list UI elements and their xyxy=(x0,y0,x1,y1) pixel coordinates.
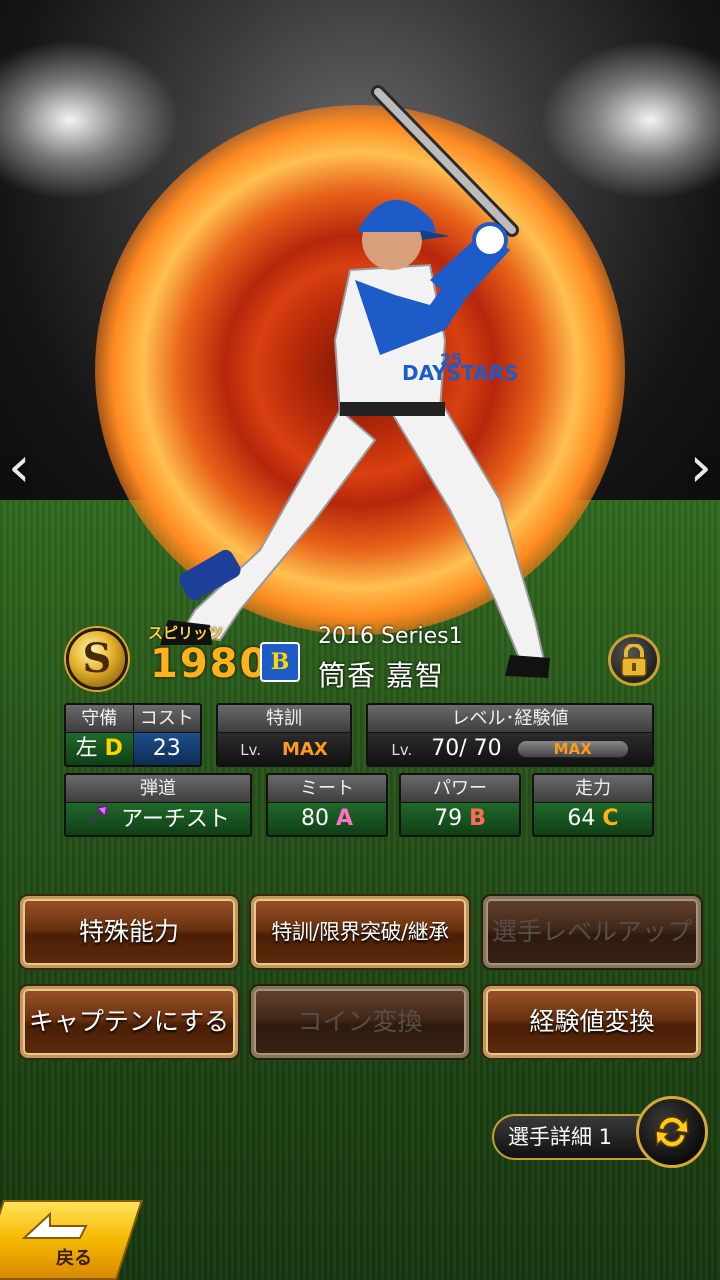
trajectory-label: 弾道 xyxy=(66,775,250,803)
swap-icon[interactable] xyxy=(636,1096,708,1168)
exp-exchange-button[interactable]: 経験値変換 xyxy=(483,986,701,1058)
speed-box: 走力 64 C xyxy=(532,773,654,837)
back-label: 戻る xyxy=(56,1248,92,1269)
training-limit-button[interactable]: 特訓/限界突破/継承 xyxy=(251,896,469,968)
team-logo: B xyxy=(260,642,300,682)
level-up-button[interactable]: 選手レベルアップ xyxy=(483,896,701,968)
player-illustration: DAYSTARS 25 xyxy=(160,85,550,678)
power-number: 79 xyxy=(434,806,463,831)
series-label: 2016 Series1 xyxy=(318,624,463,649)
meet-grade: A xyxy=(335,806,354,831)
spirits-value: 1980 xyxy=(150,641,270,687)
player-name: 筒香 嘉智 xyxy=(318,659,444,692)
meet-number: 80 xyxy=(300,806,329,831)
training-box: 特訓 Lv. MAX xyxy=(216,703,352,767)
defense-value: 左 D xyxy=(66,733,134,765)
trajectory-arrow-icon xyxy=(86,803,110,835)
cost-label: コスト xyxy=(133,705,200,733)
meet-label: ミート xyxy=(268,775,386,803)
trajectory-box: 弾道 アーチスト xyxy=(64,773,252,837)
training-max: MAX xyxy=(282,739,328,760)
training-label: 特訓 xyxy=(218,705,350,733)
defense-hand: 左 xyxy=(75,736,98,761)
training-lv: Lv. xyxy=(240,741,262,759)
level-box: レベル･経験値 Lv. 70/ 70 MAX xyxy=(366,703,654,767)
rarity-badge: S xyxy=(66,628,128,690)
spirits-label: スピリッツ xyxy=(148,624,224,642)
make-captain-button[interactable]: キャプテンにする xyxy=(20,986,238,1058)
power-box: パワー 79 B xyxy=(399,773,521,837)
trajectory-text: アーチスト xyxy=(121,807,230,832)
level-lv: Lv. xyxy=(391,741,413,759)
chevron-left-icon[interactable]: ‹ xyxy=(8,440,30,496)
training-value: Lv. MAX xyxy=(218,733,350,765)
meet-box: ミート 80 A xyxy=(266,773,388,837)
meet-value: 80 A xyxy=(268,803,386,835)
level-current: 70 xyxy=(431,736,460,761)
defense-grade: D xyxy=(104,736,123,761)
power-grade: B xyxy=(469,806,486,831)
power-value: 79 B xyxy=(401,803,519,835)
power-label: パワー xyxy=(401,775,519,803)
coin-exchange-button[interactable]: コイン変換 xyxy=(251,986,469,1058)
back-arrow-icon xyxy=(21,1211,88,1239)
defense-label: 守備 xyxy=(66,705,134,733)
speed-grade: C xyxy=(602,806,619,831)
cost-value: 23 xyxy=(133,733,200,765)
level-value: Lv. 70/ 70 MAX xyxy=(368,733,652,765)
speed-label: 走力 xyxy=(534,775,652,803)
speed-number: 64 xyxy=(567,806,596,831)
exp-bar: MAX xyxy=(516,740,629,758)
trajectory-value: アーチスト xyxy=(66,803,250,835)
level-label: レベル･経験値 xyxy=(368,705,652,733)
rarity-letter: S xyxy=(82,635,112,682)
jersey-number: 25 xyxy=(440,350,462,369)
level-sep: / xyxy=(459,736,467,761)
speed-value: 64 C xyxy=(534,803,652,835)
chevron-right-icon[interactable]: › xyxy=(690,440,712,496)
level-max: 70 xyxy=(473,736,502,761)
defense-box: 守備 コスト 左 D 23 xyxy=(64,703,202,767)
special-ability-button[interactable]: 特殊能力 xyxy=(20,896,238,968)
padlock-icon[interactable] xyxy=(608,634,660,686)
